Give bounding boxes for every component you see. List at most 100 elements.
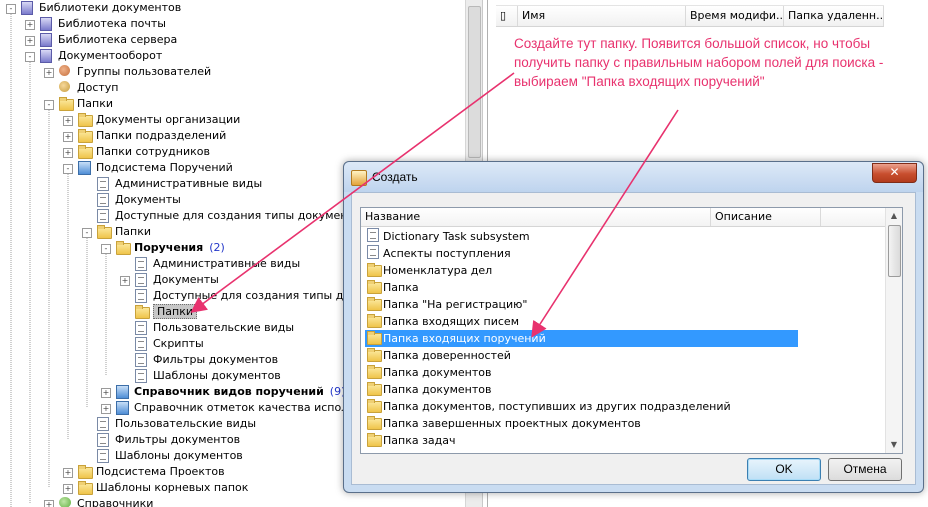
tree-node[interactable]: - Папки (0, 96, 465, 112)
create-dialog[interactable]: Создать ✕ Название Описание Dictionary T… (343, 161, 924, 493)
expand-icon[interactable]: + (25, 36, 35, 46)
type-list-item[interactable]: Dictionary Task subsystem (365, 228, 798, 245)
collapse-icon[interactable]: - (44, 100, 54, 110)
type-list-item[interactable]: Папка входящих поручений (365, 330, 798, 347)
tree-node-label: Подсистема Проектов (96, 465, 225, 478)
tree-node-text: Фильтры документов (153, 352, 278, 368)
tree-node-label: Документы организации (96, 113, 241, 126)
tree-node-text: Пользовательские виды (115, 416, 256, 432)
tree-node-text: Шаблоны документов (115, 448, 243, 464)
document-icon (367, 228, 379, 242)
type-list-header: Название Описание (361, 208, 886, 227)
tree-node-text: Скрипты (153, 336, 204, 352)
type-list-item[interactable]: Номенклатура дел (365, 262, 798, 279)
type-list-scroll-thumb[interactable] (888, 225, 901, 277)
type-list-item[interactable]: Папка входящих писем (365, 313, 798, 330)
folder-icon (78, 129, 93, 143)
type-list-item[interactable]: Папка документов (365, 364, 798, 381)
tree-node-text: Доступные для создания типы документов (115, 208, 367, 224)
folder-icon (367, 297, 382, 311)
type-list-item[interactable]: Папка "На регистрацию" (365, 296, 798, 313)
expand-icon[interactable]: + (101, 388, 111, 398)
column-description[interactable]: Описание (711, 208, 821, 226)
type-list-item[interactable]: Папка документов (365, 381, 798, 398)
tree-node-label: Доступные для создания типы документов (115, 209, 368, 222)
tree-node[interactable]: + Документы организации (0, 112, 465, 128)
expand-icon[interactable]: + (101, 404, 111, 414)
type-list-item[interactable]: Папка доверенностей (365, 347, 798, 364)
tree-node-label: Документы (115, 193, 181, 206)
cancel-button[interactable]: Отмена (828, 458, 902, 481)
folder-icon (78, 465, 93, 479)
dialog-titlebar[interactable]: Создать ✕ (344, 162, 923, 192)
folder-icon (367, 416, 382, 430)
type-list-item-label: Папка входящих писем (383, 315, 520, 328)
collapse-icon[interactable]: - (82, 228, 92, 238)
tree-node-text: Справочники (77, 496, 153, 507)
expand-icon[interactable]: + (63, 132, 73, 142)
tree-node[interactable]: Доступ (0, 80, 465, 96)
scroll-up-icon[interactable]: ▲ (886, 208, 902, 224)
column-name[interactable]: Имя (518, 6, 686, 26)
type-list-item[interactable]: Папка (365, 279, 798, 296)
type-list-scrollbar[interactable]: ▲ ▼ (885, 208, 902, 453)
tree-node-text: Документы (115, 192, 181, 208)
folder-icon (367, 382, 382, 396)
tree-node-text: Папки (153, 304, 197, 320)
close-button[interactable]: ✕ (872, 163, 917, 183)
page-icon: ▯ (496, 6, 518, 26)
expand-icon[interactable]: + (25, 20, 35, 30)
tree-node-label: Поручения (134, 241, 204, 254)
ok-button[interactable]: OK (747, 458, 821, 481)
tree-node-label: Папки сотрудников (96, 145, 210, 158)
expand-icon[interactable]: + (63, 116, 73, 126)
tree-node[interactable]: + Библиотека почты (0, 16, 465, 32)
tree-node[interactable]: + Справочники (0, 496, 465, 507)
scroll-down-icon[interactable]: ▼ (886, 437, 902, 453)
type-list-item-label: Dictionary Task subsystem (383, 230, 530, 243)
item-count: (2) (209, 241, 225, 254)
collapse-icon[interactable]: - (6, 4, 16, 14)
expand-icon[interactable]: + (44, 68, 54, 78)
tree-node[interactable]: - Библиотеки документов (0, 0, 465, 16)
folder-icon (97, 225, 112, 239)
tree-node-text: Папки (115, 224, 151, 240)
collapse-icon[interactable]: - (25, 52, 35, 62)
tree-node-text: Шаблоны документов (153, 368, 281, 384)
tree-node[interactable]: - Документооборот (0, 48, 465, 64)
tree-node-text: Библиотеки документов (39, 0, 181, 16)
tree-node[interactable]: + Группы пользователей (0, 64, 465, 80)
folder-icon (78, 145, 93, 159)
tree-node[interactable]: + Папки подразделений (0, 128, 465, 144)
tree-node-label: Папки (77, 97, 113, 110)
collapse-icon[interactable]: - (63, 164, 73, 174)
expand-icon[interactable]: + (63, 148, 73, 158)
type-list-item[interactable]: Папка завершенных проектных документов (365, 415, 798, 432)
tree-node[interactable]: + Библиотека сервера (0, 32, 465, 48)
document-icon (135, 257, 147, 271)
type-list[interactable]: Название Описание Dictionary Task subsys… (360, 207, 903, 454)
tree-node-text: Группы пользователей (77, 64, 211, 80)
expand-icon[interactable]: + (44, 500, 54, 507)
folder-icon (59, 97, 74, 111)
tree-node-text: Шаблоны корневых папок (96, 480, 248, 496)
type-list-item-label: Папка "На регистрацию" (383, 298, 528, 311)
tree-node-text: Библиотека сервера (58, 32, 177, 48)
expand-icon[interactable]: + (63, 484, 73, 494)
tree-scrollbar-thumb[interactable] (468, 6, 481, 158)
collapse-icon[interactable]: - (101, 244, 111, 254)
tree-node[interactable]: + Папки сотрудников (0, 144, 465, 160)
document-icon (135, 289, 147, 303)
type-list-item[interactable]: Папка документов, поступивших из других … (365, 398, 798, 415)
tree-node-label: Административные виды (115, 177, 263, 190)
expand-icon[interactable]: + (63, 468, 73, 478)
column-modified-time[interactable]: Время модифи... (686, 6, 784, 26)
green-folder-icon (59, 497, 71, 507)
column-title[interactable]: Название (361, 208, 711, 226)
tree-node-label: Пользовательские виды (115, 417, 257, 430)
expand-icon[interactable]: + (120, 276, 130, 286)
folder-icon (135, 305, 150, 319)
type-list-item[interactable]: Папка задач (365, 432, 798, 449)
type-list-item[interactable]: Аспекты поступления (365, 245, 798, 262)
column-deleted-folder[interactable]: Папка удаленн... (784, 6, 884, 26)
